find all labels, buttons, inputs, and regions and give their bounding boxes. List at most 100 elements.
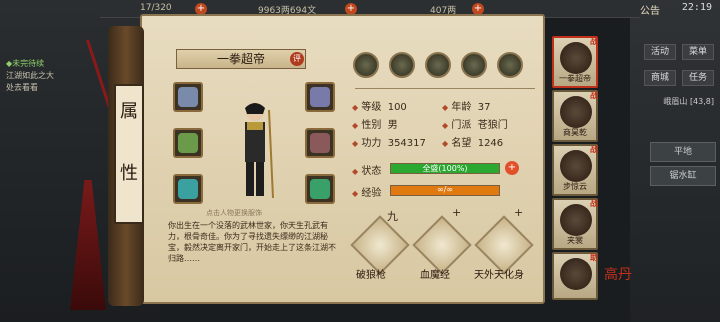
quest-title: ◆未完待续 xyxy=(6,59,45,68)
sect-row: ◆ 门派 苍狼门 xyxy=(442,116,508,131)
clock: 22:19 xyxy=(681,2,712,13)
exp-row: ◆ 经验 xyxy=(352,184,381,199)
restore-status-button[interactable]: + xyxy=(505,161,519,175)
party-badge: 助 xyxy=(590,253,598,262)
location-name: 峨眉山 xyxy=(663,97,688,106)
fame-label: 名望 xyxy=(451,138,472,149)
diamond-icon: ◆ xyxy=(352,121,359,130)
equip-slot-helmet[interactable] xyxy=(173,82,203,112)
power-value: 354317 xyxy=(387,138,426,149)
level-value: 100 xyxy=(387,102,407,113)
party-member-name: 夹裳 xyxy=(567,236,583,245)
equip-slot-mount[interactable] xyxy=(305,174,335,204)
status-bar-text: 全盛(100%) xyxy=(422,164,468,173)
gender-row: ◆ 性别 男 xyxy=(352,116,398,131)
party-member-2[interactable]: 商昊乾 战 xyxy=(552,90,598,142)
status-bar: 全盛(100%) xyxy=(390,163,500,174)
skill-tab-icon[interactable] xyxy=(461,52,487,78)
task-button[interactable]: 任务 xyxy=(682,70,714,86)
avatar xyxy=(560,42,592,74)
skill-1-level: 九 xyxy=(387,210,398,223)
helmet-icon xyxy=(178,87,198,107)
age-value: 37 xyxy=(477,102,491,113)
ring-icon xyxy=(178,179,198,199)
party-member-name: 商昊乾 xyxy=(563,128,587,137)
skill-2-add[interactable]: + xyxy=(452,206,461,219)
location-coord: [43,8] xyxy=(689,97,714,106)
inventory-tab-icon[interactable] xyxy=(389,52,415,78)
skill-3-add[interactable]: + xyxy=(514,206,523,219)
side-title-char-2: 性 xyxy=(120,163,138,184)
equip-slot-armor[interactable] xyxy=(305,128,335,158)
equip-slot-ring[interactable] xyxy=(173,174,203,204)
menu-button[interactable]: 菜单 xyxy=(682,44,714,60)
accessory-icon xyxy=(310,87,330,107)
map-item-flat[interactable]: 平地 xyxy=(650,142,716,162)
change-outfit-hint: 点击人物更换服饰 xyxy=(206,209,262,217)
quest-line-1: 江湖如此之大 xyxy=(6,71,54,80)
fame-value: 1246 xyxy=(477,138,504,149)
party-member-3[interactable]: 步惊云 战 xyxy=(552,144,598,196)
diamond-icon: ◆ xyxy=(352,139,359,148)
brand-seal: 高丹 xyxy=(604,267,632,283)
sect-label: 门派 xyxy=(451,120,472,131)
bagua-tab-icon[interactable] xyxy=(425,52,451,78)
character-name-banner: 一拳超帝 xyxy=(176,49,306,69)
equip-slot-accessory[interactable] xyxy=(305,82,335,112)
diamond-icon: ◆ xyxy=(352,167,359,176)
skill-3-name: 天外天化身 xyxy=(474,270,524,281)
party-badge: 战 xyxy=(590,145,598,154)
power-row: ◆ 功力 354317 xyxy=(352,134,426,149)
party-badge: 战 xyxy=(590,37,598,46)
weapon-icon xyxy=(178,133,198,153)
rate-button[interactable]: 评 xyxy=(290,52,304,66)
status-row: ◆ 状态 xyxy=(352,162,381,177)
sect-value: 苍狼门 xyxy=(477,120,508,131)
shop-button[interactable]: 商城 xyxy=(644,70,676,86)
power-label: 功力 xyxy=(361,138,382,149)
jade-tab-icon[interactable] xyxy=(497,52,523,78)
avatar xyxy=(560,204,592,236)
quest-note[interactable]: ◆未完待续 江湖如此之大 处去看看 xyxy=(6,58,54,94)
stats-divider xyxy=(355,88,535,89)
party-member-1[interactable]: 一拳超帝 战 xyxy=(552,36,598,88)
map-item-watertank[interactable]: 锯水缸 xyxy=(650,166,716,186)
status-label: 状态 xyxy=(361,166,382,177)
diamond-icon: ◆ xyxy=(442,121,449,130)
equip-slot-weapon[interactable] xyxy=(173,128,203,158)
party-member-name: 步惊云 xyxy=(563,182,587,191)
diamond-icon: ◆ xyxy=(442,139,449,148)
exp-bar: ∞/∞ xyxy=(390,185,500,196)
exp-bar-text: ∞/∞ xyxy=(436,185,454,194)
exp-label: 经验 xyxy=(361,188,382,199)
character-description: 你出生在一个没落的武林世家，你天生孔武有力，根骨奇佳。你为了寻找遗失缥缈的江湖秘… xyxy=(168,221,336,263)
attribute-tab-icon[interactable] xyxy=(353,52,379,78)
avatar xyxy=(560,96,592,128)
armor-icon xyxy=(310,133,330,153)
party-badge: 战 xyxy=(590,91,598,100)
skill-1-name: 破狼枪 xyxy=(356,270,386,281)
activity-button[interactable]: 活动 xyxy=(644,44,676,60)
avatar xyxy=(560,258,592,290)
announcement-button[interactable]: 公告 xyxy=(640,2,660,17)
diamond-icon: ◆ xyxy=(352,103,359,112)
character-portrait[interactable] xyxy=(233,100,277,200)
party-member-5[interactable]: 助 xyxy=(552,252,598,300)
quest-line-2: 处去看看 xyxy=(6,83,38,92)
diamond-icon: ◆ xyxy=(352,189,359,198)
avatar xyxy=(560,150,592,182)
age-row: ◆ 年龄 37 xyxy=(442,98,490,113)
energy-counter: 17/320 xyxy=(140,3,172,13)
diamond-icon: ◆ xyxy=(442,103,449,112)
level-label: 等级 xyxy=(361,102,382,113)
party-member-name: 一拳超帝 xyxy=(559,74,591,83)
energy-value: 17/320 xyxy=(140,3,172,13)
location-label: 峨眉山 [43,8] xyxy=(663,96,714,107)
level-row: ◆ 等级 100 xyxy=(352,98,407,113)
party-member-4[interactable]: 夹裳 战 xyxy=(552,198,598,250)
mount-icon xyxy=(310,179,330,199)
skill-2-name: 血魔经 xyxy=(420,270,450,281)
age-label: 年龄 xyxy=(451,102,472,113)
side-title: 属 性 xyxy=(114,84,144,224)
gender-label: 性别 xyxy=(361,120,382,131)
